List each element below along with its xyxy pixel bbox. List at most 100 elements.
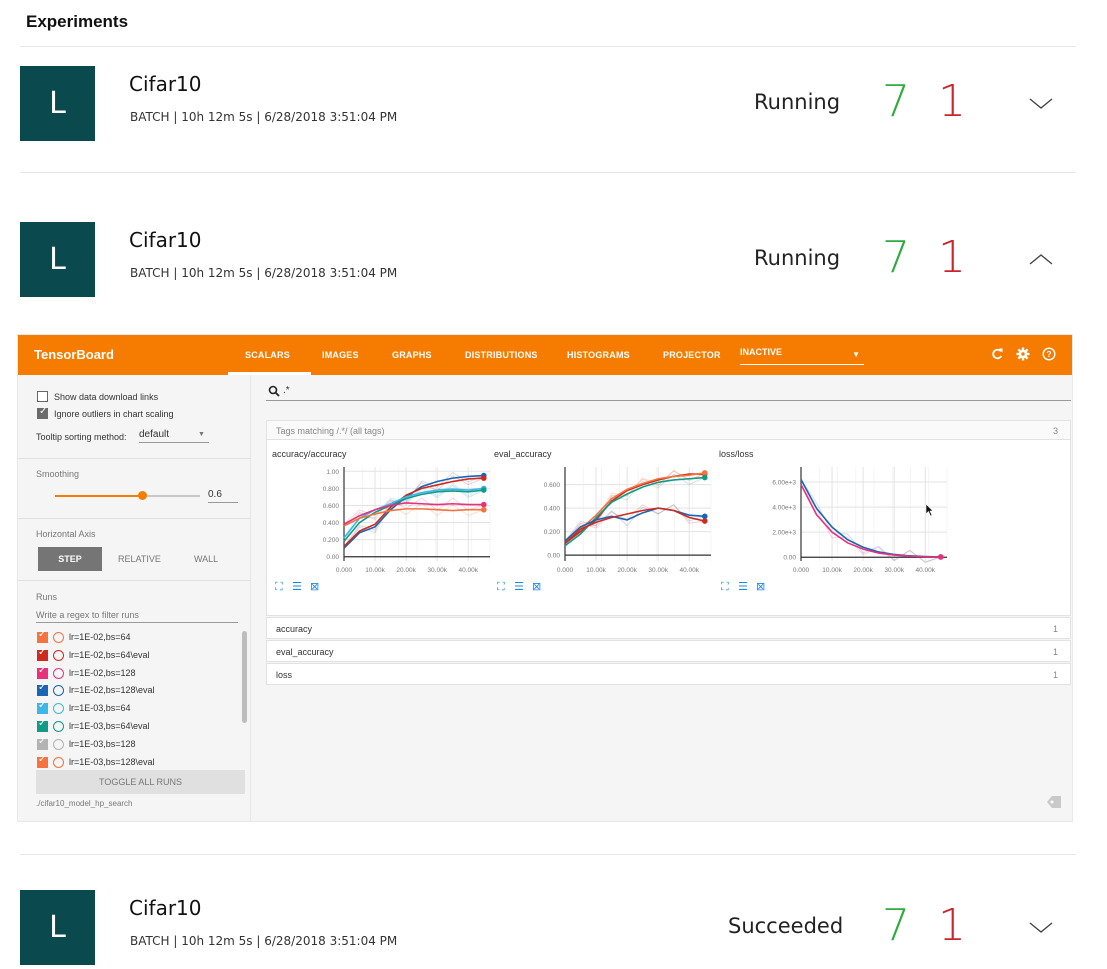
y-tick-label: 4.00e+3 [772,505,796,512]
chevron-up-icon[interactable] [1028,250,1054,268]
tab-histograms[interactable]: HISTOGRAMS [567,350,630,360]
run-radio[interactable] [53,667,64,679]
axis-step-button[interactable]: STEP [38,547,102,571]
data-list-icon[interactable]: ☰ [292,580,302,593]
search-icon [268,385,280,397]
x-tick-label: 30.00k [427,567,447,574]
run-item[interactable]: lr=1E-03,bs=64\eval [37,718,237,735]
y-tick-label: 0.00 [326,554,339,561]
run-radio[interactable] [53,632,64,643]
runs-scrollbar[interactable] [242,631,247,723]
axis-wall-button[interactable]: WALL [194,554,218,564]
tensorboard-panel: TensorBoard SCALARS IMAGES GRAPHS DISTRI… [17,334,1073,822]
run-checkbox[interactable] [37,647,48,661]
experiment-name[interactable]: Cifar10 [129,72,202,96]
run-item[interactable]: lr=1E-02,bs=128 [37,665,237,682]
runs-filter-placeholder: Write a regex to filter runs [36,610,139,620]
smoothing-slider-knob[interactable] [138,491,147,500]
run-radio[interactable] [53,649,64,661]
divider [18,518,251,519]
tags-count: 3 [1052,426,1058,436]
show-download-links-checkbox[interactable] [37,391,48,402]
smoothing-input[interactable]: 0.6 [208,487,238,503]
refresh-icon[interactable] [991,347,1003,361]
fit-domain-icon[interactable]: ⛶ [721,581,729,594]
tab-graphs[interactable]: GRAPHS [392,350,432,360]
tab-images[interactable]: IMAGES [322,350,359,360]
smoothing-label: Smoothing [36,469,80,479]
svg-text:?: ? [1046,349,1051,359]
run-checkbox[interactable] [37,718,48,732]
run-item[interactable]: lr=1E-02,bs=64 [37,629,237,646]
section-loss[interactable]: loss 1 [266,663,1071,685]
inactive-dashboards-select[interactable]: INACTIVE ▼ [740,347,864,365]
series-end-point [480,475,487,481]
run-label: lr=1E-03,bs=128 [69,738,136,749]
run-checkbox[interactable] [37,700,48,715]
expand-chart-icon[interactable]: ⊠ [532,580,541,593]
run-item[interactable]: lr=1E-03,bs=64 [37,700,237,717]
help-icon[interactable]: ? [1042,347,1056,361]
runs-filter-input[interactable]: Write a regex to filter runs [36,609,238,623]
expand-chart-icon[interactable]: ⊠ [756,580,765,593]
y-tick-label: 0.400 [323,520,340,527]
y-tick-label: 0.00 [547,553,560,560]
run-radio[interactable] [53,721,64,732]
y-tick-label: 0.200 [323,537,340,544]
experiment-row[interactable]: L Cifar10 BATCH | 10h 12m 5s | 6/28/2018… [20,890,1076,966]
series-end-point [701,518,708,524]
data-list-icon[interactable]: ☰ [738,580,748,593]
experiment-row[interactable]: L Cifar10 BATCH | 10h 12m 5s | 6/28/2018… [20,222,1076,298]
run-checkbox[interactable] [37,754,48,768]
run-checkbox[interactable] [37,665,48,679]
tag-search-input[interactable]: .* [283,385,290,396]
x-tick-label: 40.00k [458,567,478,574]
toggle-all-runs-button[interactable]: TOGGLE ALL RUNS [36,770,245,794]
tags-header-label: Tags matching /.*/ (all tags) [276,426,385,436]
tab-distributions[interactable]: DISTRIBUTIONS [465,350,538,360]
run-radio[interactable] [53,738,64,750]
caret-down-icon: ▼ [852,350,860,359]
y-tick-label: 2.00e+3 [772,530,796,537]
x-tick-label: 20.00k [396,567,416,574]
settings-icon[interactable] [1016,347,1030,361]
run-checkbox[interactable] [37,629,48,643]
run-radio[interactable] [53,685,64,697]
axis-relative-button[interactable]: RELATIVE [118,554,161,564]
data-list-icon[interactable]: ☰ [514,580,524,593]
experiment-row[interactable]: L Cifar10 BATCH | 10h 12m 5s | 6/28/2018… [20,66,1076,142]
run-checkbox[interactable] [37,682,48,697]
succeeded-count: 7 [882,76,910,127]
y-tick-label: 0.600 [323,503,340,510]
ignore-outliers-checkbox[interactable] [37,406,48,419]
run-item[interactable]: lr=1E-03,bs=128 [37,736,237,753]
experiment-name[interactable]: Cifar10 [129,228,202,252]
expand-chart-icon[interactable]: ⊠ [310,580,319,593]
run-radio[interactable] [53,703,64,715]
tag-filter-icon[interactable] [1046,795,1062,809]
chevron-down-icon[interactable] [1028,918,1054,936]
run-item[interactable]: lr=1E-03,bs=128\eval [37,754,237,771]
section-eval-accuracy[interactable]: eval_accuracy 1 [266,640,1071,662]
x-tick-label: 10.00k [586,567,606,574]
run-radio[interactable] [53,756,64,768]
x-tick-label: 0.000 [336,567,353,574]
fit-domain-icon[interactable]: ⛶ [497,581,505,594]
ignore-outliers-label: Ignore outliers in chart scaling [54,409,174,419]
tag-search-underline [266,400,1071,401]
fit-domain-icon[interactable]: ⛶ [275,581,283,594]
run-item[interactable]: lr=1E-02,bs=128\eval [37,682,237,699]
x-tick-label: 20.00k [617,567,637,574]
run-item[interactable]: lr=1E-02,bs=64\eval [37,647,237,664]
tooltip-sorting-select[interactable]: default ▼ [139,427,209,443]
section-count: 1 [1052,624,1058,634]
tab-scalars[interactable]: SCALARS [245,350,290,360]
run-checkbox[interactable] [37,736,48,750]
smoothing-slider[interactable] [55,491,200,500]
tab-projector[interactable]: PROJECTOR [663,350,721,360]
run-label: lr=1E-03,bs=128\eval [69,756,155,767]
chevron-down-icon[interactable] [1028,94,1054,112]
section-accuracy[interactable]: accuracy 1 [266,617,1071,639]
series-raw-line [564,504,705,542]
experiment-name[interactable]: Cifar10 [129,896,202,920]
